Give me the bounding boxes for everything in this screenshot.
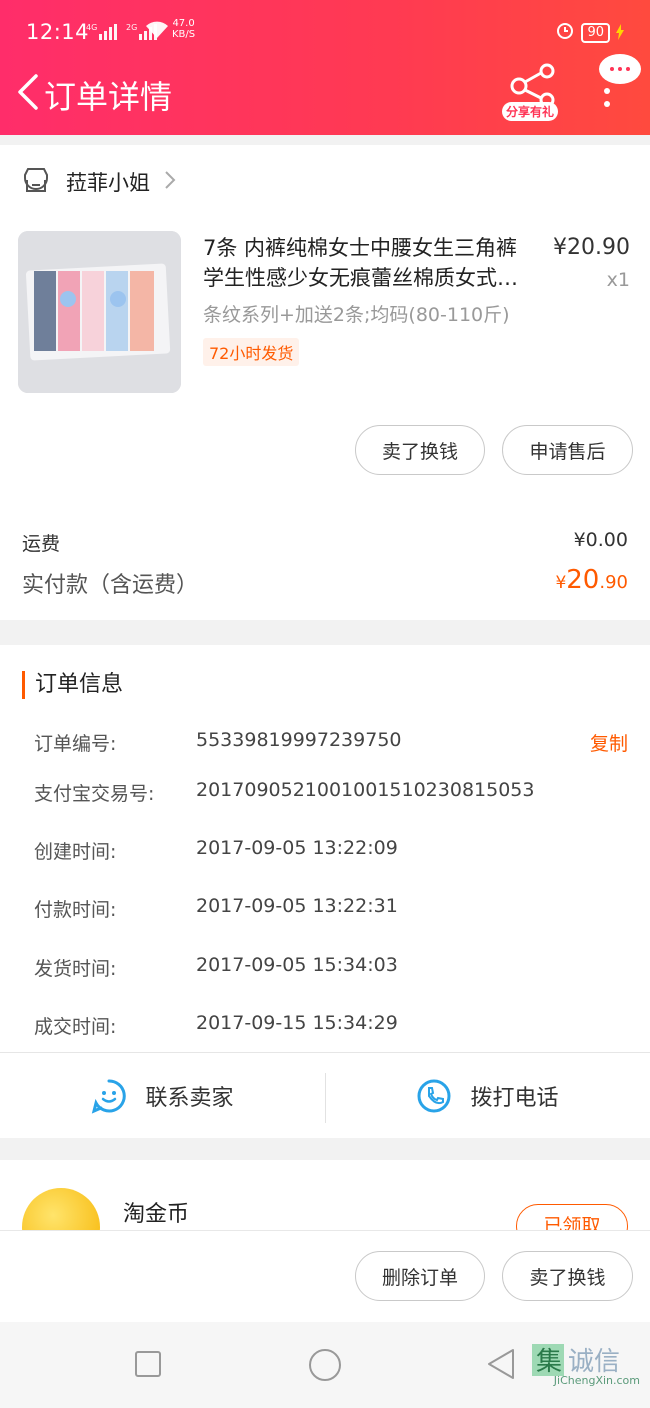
gold-coin-icon bbox=[22, 1188, 100, 1230]
info-label: 成交时间: bbox=[34, 1016, 117, 1038]
paid-decimal: .90 bbox=[599, 572, 628, 593]
info-value: 2017-09-05 15:34:03 bbox=[196, 954, 398, 976]
info-row-alipay-number: 支付宝交易号: 2017090521001001510230815053 bbox=[0, 779, 650, 809]
status-bar: 12:14 4G 2G 47.0 KB/S 90 bbox=[26, 18, 624, 48]
bottom-action-bar: 删除订单 卖了换钱 bbox=[0, 1230, 650, 1322]
info-value: 2017090521001001510230815053 bbox=[196, 779, 535, 801]
chat-smile-icon bbox=[92, 1079, 127, 1114]
order-info-section: 订单信息 订单编号: 55339819997239750 复制 支付宝交易号: … bbox=[0, 645, 650, 1138]
shipping-fee-value: ¥0.00 bbox=[573, 529, 628, 551]
call-phone-label: 拨打电话 bbox=[470, 1086, 559, 1111]
share-label: 分享有礼 bbox=[502, 102, 559, 121]
sell-for-cash-bottom-button[interactable]: 卖了换钱 bbox=[502, 1251, 633, 1301]
product-image[interactable] bbox=[18, 231, 181, 393]
watermark-url: JiChengXin.com bbox=[553, 1374, 640, 1387]
svg-text:集: 集 bbox=[536, 1347, 562, 1377]
apply-aftersale-button[interactable]: 申请售后 bbox=[502, 425, 633, 475]
received-button[interactable]: 已领取 bbox=[516, 1204, 628, 1230]
sell-for-cash-button[interactable]: 卖了换钱 bbox=[355, 425, 485, 475]
product-price: ¥20.90 bbox=[553, 235, 630, 260]
svg-text:4G: 4G bbox=[86, 23, 97, 32]
contact-seller-label: 联系卖家 bbox=[145, 1086, 234, 1111]
share-icon bbox=[510, 63, 555, 108]
message-bubble-button[interactable] bbox=[598, 52, 642, 88]
recent-apps-icon[interactable] bbox=[134, 1350, 162, 1382]
info-label: 创建时间: bbox=[34, 841, 117, 863]
network-speed: 47.0 KB/S bbox=[172, 18, 195, 40]
info-value: 55339819997239750 bbox=[196, 729, 402, 751]
paid-amount-label: 实付款（含运费） bbox=[22, 573, 199, 598]
more-icon[interactable] bbox=[600, 86, 614, 116]
info-row-completed: 成交时间: 2017-09-15 15:34:29 bbox=[0, 1012, 650, 1042]
back-triangle-icon[interactable] bbox=[486, 1348, 516, 1384]
info-row-created: 创建时间: 2017-09-05 13:22:09 bbox=[0, 837, 650, 867]
paid-integer: 20 bbox=[566, 565, 600, 595]
store-name: 菈菲小姐 bbox=[66, 171, 150, 195]
call-phone-button[interactable]: 拨打电话 bbox=[325, 1053, 650, 1139]
section-title: 订单信息 bbox=[22, 671, 123, 699]
charging-icon bbox=[616, 21, 624, 45]
watermark-logo: 集 诚信 bbox=[530, 1340, 642, 1400]
info-row-shipped: 发货时间: 2017-09-05 15:34:03 bbox=[0, 954, 650, 984]
info-value: 2017-09-15 15:34:29 bbox=[196, 1012, 398, 1034]
speed-value: 47.0 bbox=[172, 18, 195, 29]
alarm-icon bbox=[555, 20, 575, 45]
chevron-right-icon bbox=[164, 170, 176, 194]
share-button[interactable]: 分享有礼 bbox=[500, 62, 566, 124]
header-bar: 12:14 4G 2G 47.0 KB/S 90 订单详情 分享有礼 bbox=[0, 0, 650, 135]
paid-currency: ¥ bbox=[555, 573, 567, 593]
wifi-icon bbox=[144, 20, 170, 45]
contact-seller-button[interactable]: 联系卖家 bbox=[0, 1053, 325, 1139]
status-time: 12:14 bbox=[26, 20, 90, 44]
svg-text:诚信: 诚信 bbox=[568, 1347, 620, 1377]
info-row-paid: 付款时间: 2017-09-05 13:22:31 bbox=[0, 895, 650, 925]
speed-unit: KB/S bbox=[172, 29, 196, 40]
info-value: 2017-09-05 13:22:09 bbox=[196, 837, 398, 859]
back-arrow-icon[interactable] bbox=[14, 72, 44, 112]
system-nav-bar: 集 诚信 JiChengXin.com bbox=[0, 1322, 650, 1408]
product-sku: 条纹系列+加送2条;均码(80-110斤) bbox=[203, 304, 510, 326]
info-row-order-number: 订单编号: 55339819997239750 复制 bbox=[0, 729, 650, 759]
info-label: 订单编号: bbox=[34, 733, 117, 755]
info-value: 2017-09-05 13:22:31 bbox=[196, 895, 398, 917]
contact-bar: 联系卖家 拨打电话 bbox=[0, 1052, 650, 1138]
shipping-fee-label: 运费 bbox=[22, 533, 61, 555]
copy-button[interactable]: 复制 bbox=[590, 729, 628, 756]
svg-text:2G: 2G bbox=[126, 23, 137, 32]
taojinbi-section: 淘金币 已领取 bbox=[0, 1160, 650, 1230]
battery-icon: 90 bbox=[581, 22, 610, 43]
home-icon[interactable] bbox=[308, 1348, 342, 1386]
page-title: 订单详情 bbox=[44, 78, 173, 116]
paid-amount-value: ¥20.90 bbox=[555, 565, 628, 595]
product-quantity: x1 bbox=[606, 269, 630, 291]
status-right: 90 bbox=[555, 20, 624, 45]
taojinbi-title: 淘金币 bbox=[123, 1202, 190, 1227]
product-title[interactable]: 7条 内裤纯棉女士中腰女生三角裤学生性感少女无痕蕾丝棉质女式内裤 bbox=[203, 233, 521, 293]
store-link[interactable]: 菈菲小姐 bbox=[22, 167, 176, 197]
info-label: 支付宝交易号: bbox=[34, 783, 155, 805]
info-label: 发货时间: bbox=[34, 958, 117, 980]
phone-icon bbox=[417, 1079, 451, 1113]
shipping-tag: 72小时发货 bbox=[203, 338, 300, 366]
store-icon bbox=[22, 167, 50, 197]
delete-order-button[interactable]: 删除订单 bbox=[355, 1251, 485, 1301]
order-item-card: 菈菲小姐 7条 内裤纯棉女士中腰女生三角裤学生性感少女无痕蕾丝棉质女式内裤 ¥2… bbox=[0, 145, 650, 620]
info-label: 付款时间: bbox=[34, 899, 117, 921]
